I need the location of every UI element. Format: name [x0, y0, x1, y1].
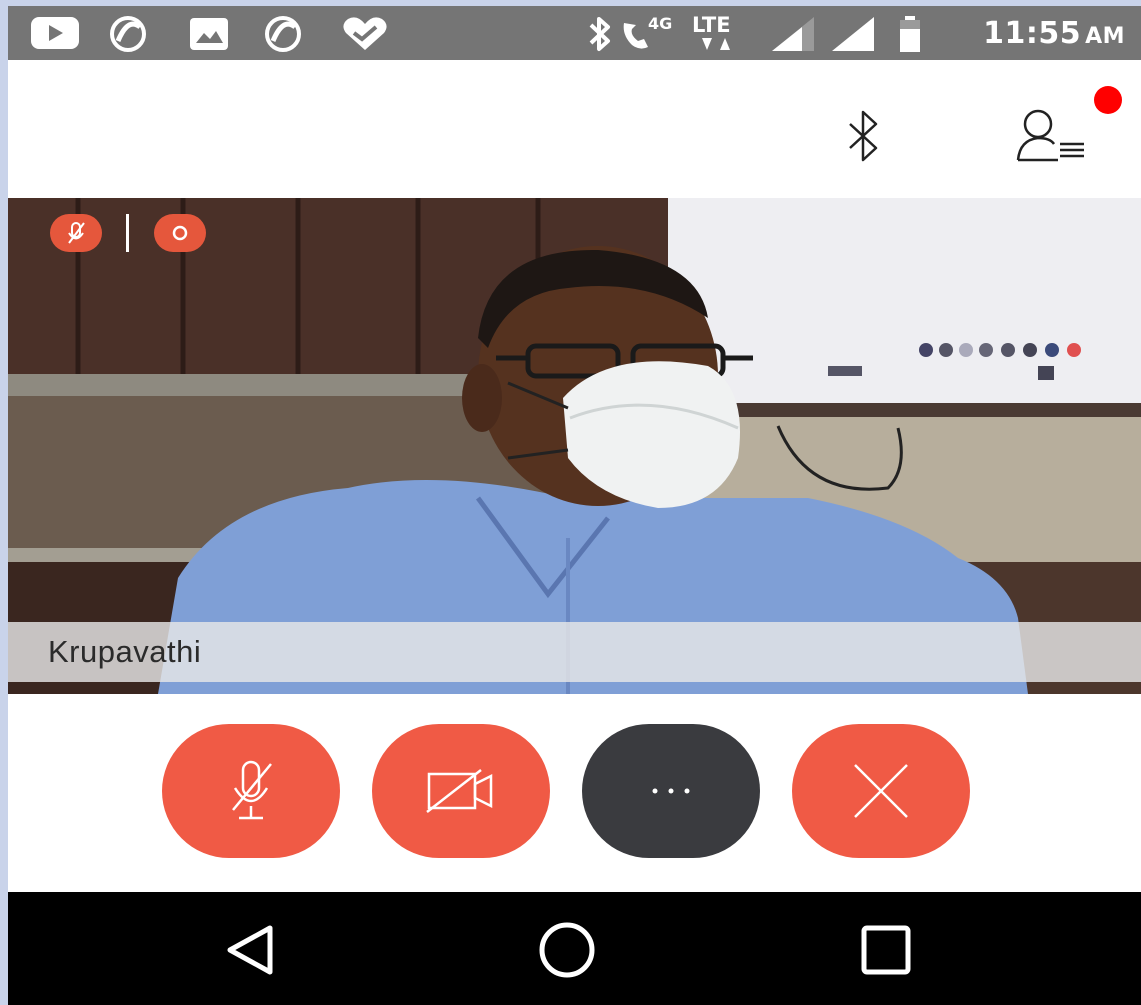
sync-icon	[265, 16, 301, 52]
youtube-icon	[31, 17, 79, 49]
video-off-icon	[426, 769, 493, 813]
bluetooth-icon	[589, 17, 610, 51]
camera-off-button[interactable]	[372, 724, 550, 858]
participants-icon[interactable]	[1014, 106, 1094, 166]
sync-icon	[110, 16, 146, 52]
recording-indicator	[154, 214, 206, 252]
meeting-header	[8, 60, 1141, 198]
clock: 11:55 AM	[983, 16, 1125, 51]
gallery-icon	[190, 18, 228, 50]
participant-name-bar: Krupavathi	[8, 622, 1141, 682]
close-icon	[854, 764, 908, 818]
more-icon	[652, 788, 690, 794]
heart-icon	[343, 17, 387, 50]
status-bar: 4G LTE 11:55 AM	[8, 6, 1141, 60]
recents-icon[interactable]	[858, 922, 914, 978]
signal-icon	[772, 17, 814, 51]
network-lte-label: LTE	[692, 13, 731, 37]
signal-icon	[832, 17, 874, 51]
mic-muted-icon	[68, 222, 85, 244]
navigation-bar	[8, 892, 1141, 1005]
mute-mic-button[interactable]	[162, 724, 340, 858]
participant-video[interactable]: Krupavathi	[8, 198, 1141, 694]
recording-icon	[172, 225, 188, 241]
bluetooth-icon[interactable]	[844, 108, 884, 164]
mic-off-icon	[232, 760, 272, 820]
clock-time: 11:55	[983, 16, 1082, 51]
network-4g-label: 4G	[648, 14, 673, 33]
call-controls	[8, 694, 1141, 892]
battery-icon	[900, 16, 920, 52]
back-icon[interactable]	[222, 922, 278, 978]
notification-dot	[1094, 86, 1122, 114]
more-options-button[interactable]	[582, 724, 760, 858]
participant-name: Krupavathi	[48, 634, 202, 669]
meeting-screen: 4G LTE 11:55 AM Krupavathi	[8, 6, 1141, 1005]
indicator-divider	[126, 214, 129, 252]
end-call-button[interactable]	[792, 724, 970, 858]
home-icon[interactable]	[536, 922, 598, 978]
clock-ampm: AM	[1085, 24, 1125, 49]
data-arrows-icon	[702, 38, 730, 50]
mic-muted-indicator	[50, 214, 102, 252]
video-feed	[8, 198, 1141, 694]
